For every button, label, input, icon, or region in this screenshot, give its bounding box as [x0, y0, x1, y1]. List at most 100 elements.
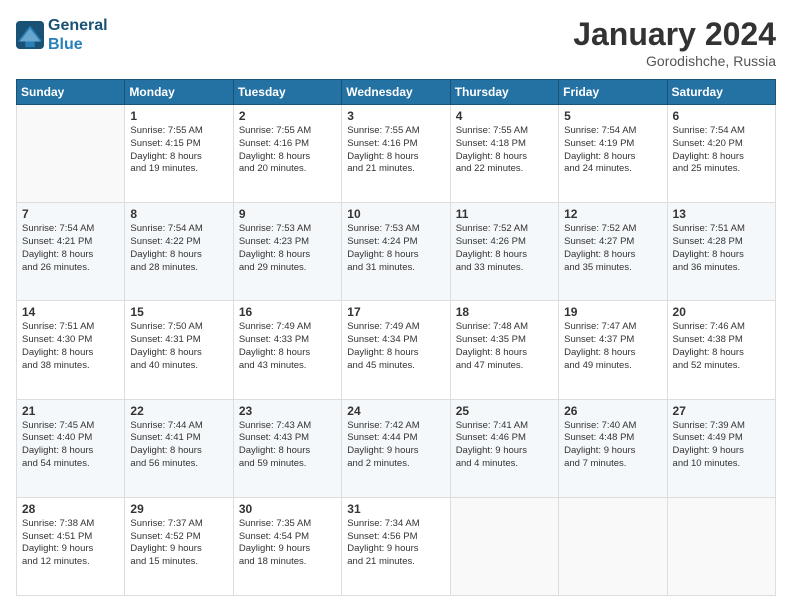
- day-cell: 20 Sunrise: 7:46 AMSunset: 4:38 PMDaylig…: [667, 301, 775, 399]
- day-info: Sunrise: 7:55 AMSunset: 4:18 PMDaylight:…: [456, 125, 553, 176]
- day-cell: 22 Sunrise: 7:44 AMSunset: 4:41 PMDaylig…: [125, 399, 233, 497]
- day-info: Sunrise: 7:37 AMSunset: 4:52 PMDaylight:…: [130, 518, 227, 569]
- day-number: 27: [673, 404, 770, 418]
- day-number: 25: [456, 404, 553, 418]
- week-row-0: 1 Sunrise: 7:55 AMSunset: 4:15 PMDayligh…: [17, 105, 776, 203]
- day-number: 17: [347, 305, 444, 319]
- day-info: Sunrise: 7:55 AMSunset: 4:15 PMDaylight:…: [130, 125, 227, 176]
- day-number: 18: [456, 305, 553, 319]
- day-number: 12: [564, 207, 661, 221]
- day-cell: 18 Sunrise: 7:48 AMSunset: 4:35 PMDaylig…: [450, 301, 558, 399]
- day-number: 30: [239, 502, 336, 516]
- day-info: Sunrise: 7:54 AMSunset: 4:20 PMDaylight:…: [673, 125, 770, 176]
- day-info: Sunrise: 7:43 AMSunset: 4:43 PMDaylight:…: [239, 420, 336, 471]
- day-cell: 6 Sunrise: 7:54 AMSunset: 4:20 PMDayligh…: [667, 105, 775, 203]
- day-number: 16: [239, 305, 336, 319]
- logo-text: General Blue: [48, 16, 108, 54]
- col-saturday: Saturday: [667, 80, 775, 105]
- day-number: 22: [130, 404, 227, 418]
- day-number: 23: [239, 404, 336, 418]
- col-sunday: Sunday: [17, 80, 125, 105]
- day-cell: [559, 497, 667, 595]
- day-number: 15: [130, 305, 227, 319]
- day-info: Sunrise: 7:42 AMSunset: 4:44 PMDaylight:…: [347, 420, 444, 471]
- day-cell: 16 Sunrise: 7:49 AMSunset: 4:33 PMDaylig…: [233, 301, 341, 399]
- day-cell: 25 Sunrise: 7:41 AMSunset: 4:46 PMDaylig…: [450, 399, 558, 497]
- day-number: 6: [673, 109, 770, 123]
- title-block: January 2024 Gorodishche, Russia: [573, 16, 776, 69]
- day-info: Sunrise: 7:34 AMSunset: 4:56 PMDaylight:…: [347, 518, 444, 569]
- day-info: Sunrise: 7:54 AMSunset: 4:19 PMDaylight:…: [564, 125, 661, 176]
- day-cell: 4 Sunrise: 7:55 AMSunset: 4:18 PMDayligh…: [450, 105, 558, 203]
- day-info: Sunrise: 7:54 AMSunset: 4:22 PMDaylight:…: [130, 223, 227, 274]
- day-number: 9: [239, 207, 336, 221]
- day-info: Sunrise: 7:45 AMSunset: 4:40 PMDaylight:…: [22, 420, 119, 471]
- day-number: 2: [239, 109, 336, 123]
- day-cell: 29 Sunrise: 7:37 AMSunset: 4:52 PMDaylig…: [125, 497, 233, 595]
- day-cell: 15 Sunrise: 7:50 AMSunset: 4:31 PMDaylig…: [125, 301, 233, 399]
- day-info: Sunrise: 7:55 AMSunset: 4:16 PMDaylight:…: [239, 125, 336, 176]
- calendar-page: General Blue January 2024 Gorodishche, R…: [0, 0, 792, 612]
- day-number: 21: [22, 404, 119, 418]
- day-cell: 21 Sunrise: 7:45 AMSunset: 4:40 PMDaylig…: [17, 399, 125, 497]
- day-info: Sunrise: 7:55 AMSunset: 4:16 PMDaylight:…: [347, 125, 444, 176]
- day-number: 20: [673, 305, 770, 319]
- week-row-4: 28 Sunrise: 7:38 AMSunset: 4:51 PMDaylig…: [17, 497, 776, 595]
- day-number: 7: [22, 207, 119, 221]
- day-number: 24: [347, 404, 444, 418]
- day-cell: 24 Sunrise: 7:42 AMSunset: 4:44 PMDaylig…: [342, 399, 450, 497]
- day-cell: 12 Sunrise: 7:52 AMSunset: 4:27 PMDaylig…: [559, 203, 667, 301]
- day-cell: 26 Sunrise: 7:40 AMSunset: 4:48 PMDaylig…: [559, 399, 667, 497]
- day-cell: 11 Sunrise: 7:52 AMSunset: 4:26 PMDaylig…: [450, 203, 558, 301]
- col-tuesday: Tuesday: [233, 80, 341, 105]
- col-wednesday: Wednesday: [342, 80, 450, 105]
- day-number: 13: [673, 207, 770, 221]
- logo-icon: [16, 21, 44, 49]
- day-cell: 8 Sunrise: 7:54 AMSunset: 4:22 PMDayligh…: [125, 203, 233, 301]
- day-cell: 17 Sunrise: 7:49 AMSunset: 4:34 PMDaylig…: [342, 301, 450, 399]
- day-cell: 5 Sunrise: 7:54 AMSunset: 4:19 PMDayligh…: [559, 105, 667, 203]
- day-number: 14: [22, 305, 119, 319]
- day-info: Sunrise: 7:41 AMSunset: 4:46 PMDaylight:…: [456, 420, 553, 471]
- day-info: Sunrise: 7:39 AMSunset: 4:49 PMDaylight:…: [673, 420, 770, 471]
- calendar-table: Sunday Monday Tuesday Wednesday Thursday…: [16, 79, 776, 596]
- day-info: Sunrise: 7:40 AMSunset: 4:48 PMDaylight:…: [564, 420, 661, 471]
- day-number: 19: [564, 305, 661, 319]
- day-info: Sunrise: 7:52 AMSunset: 4:26 PMDaylight:…: [456, 223, 553, 274]
- logo: General Blue: [16, 16, 108, 54]
- week-row-2: 14 Sunrise: 7:51 AMSunset: 4:30 PMDaylig…: [17, 301, 776, 399]
- header-row: Sunday Monday Tuesday Wednesday Thursday…: [17, 80, 776, 105]
- month-title: January 2024: [573, 16, 776, 53]
- day-number: 29: [130, 502, 227, 516]
- day-cell: 30 Sunrise: 7:35 AMSunset: 4:54 PMDaylig…: [233, 497, 341, 595]
- day-info: Sunrise: 7:53 AMSunset: 4:23 PMDaylight:…: [239, 223, 336, 274]
- day-info: Sunrise: 7:38 AMSunset: 4:51 PMDaylight:…: [22, 518, 119, 569]
- day-info: Sunrise: 7:49 AMSunset: 4:33 PMDaylight:…: [239, 321, 336, 372]
- day-cell: 2 Sunrise: 7:55 AMSunset: 4:16 PMDayligh…: [233, 105, 341, 203]
- day-info: Sunrise: 7:51 AMSunset: 4:30 PMDaylight:…: [22, 321, 119, 372]
- day-number: 10: [347, 207, 444, 221]
- day-info: Sunrise: 7:35 AMSunset: 4:54 PMDaylight:…: [239, 518, 336, 569]
- day-number: 3: [347, 109, 444, 123]
- day-cell: 31 Sunrise: 7:34 AMSunset: 4:56 PMDaylig…: [342, 497, 450, 595]
- day-number: 28: [22, 502, 119, 516]
- col-monday: Monday: [125, 80, 233, 105]
- day-cell: 1 Sunrise: 7:55 AMSunset: 4:15 PMDayligh…: [125, 105, 233, 203]
- day-number: 5: [564, 109, 661, 123]
- day-cell: 9 Sunrise: 7:53 AMSunset: 4:23 PMDayligh…: [233, 203, 341, 301]
- day-info: Sunrise: 7:49 AMSunset: 4:34 PMDaylight:…: [347, 321, 444, 372]
- day-info: Sunrise: 7:50 AMSunset: 4:31 PMDaylight:…: [130, 321, 227, 372]
- day-info: Sunrise: 7:52 AMSunset: 4:27 PMDaylight:…: [564, 223, 661, 274]
- day-cell: 10 Sunrise: 7:53 AMSunset: 4:24 PMDaylig…: [342, 203, 450, 301]
- day-info: Sunrise: 7:46 AMSunset: 4:38 PMDaylight:…: [673, 321, 770, 372]
- day-cell: [17, 105, 125, 203]
- day-number: 26: [564, 404, 661, 418]
- week-row-1: 7 Sunrise: 7:54 AMSunset: 4:21 PMDayligh…: [17, 203, 776, 301]
- day-info: Sunrise: 7:54 AMSunset: 4:21 PMDaylight:…: [22, 223, 119, 274]
- day-cell: 13 Sunrise: 7:51 AMSunset: 4:28 PMDaylig…: [667, 203, 775, 301]
- day-cell: 27 Sunrise: 7:39 AMSunset: 4:49 PMDaylig…: [667, 399, 775, 497]
- col-thursday: Thursday: [450, 80, 558, 105]
- day-info: Sunrise: 7:53 AMSunset: 4:24 PMDaylight:…: [347, 223, 444, 274]
- header: General Blue January 2024 Gorodishche, R…: [16, 16, 776, 69]
- location: Gorodishche, Russia: [573, 53, 776, 69]
